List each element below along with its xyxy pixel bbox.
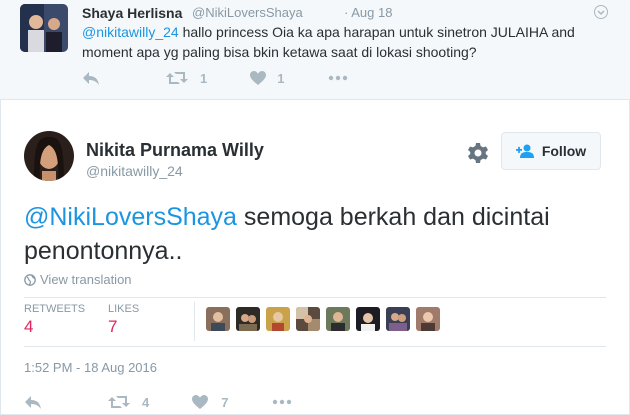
likes-stat[interactable]: LIKES 7 xyxy=(108,303,139,337)
stats-divider-top xyxy=(24,297,606,298)
liker-avatar[interactable] xyxy=(206,307,230,331)
main-like-button[interactable]: 7 xyxy=(191,394,228,410)
stats-separator xyxy=(194,302,195,341)
gear-icon[interactable] xyxy=(467,142,489,164)
liker-avatar[interactable] xyxy=(326,307,350,331)
main-mention-link[interactable]: @NikiLoversShaya xyxy=(24,203,237,231)
likes-label: LIKES xyxy=(108,303,140,315)
reply-author-handle[interactable]: @NikiLoversShaya xyxy=(192,5,303,20)
reply-more-button[interactable] xyxy=(328,75,348,81)
reply-button[interactable] xyxy=(82,70,100,86)
retweets-count: 4 xyxy=(24,317,34,336)
reply-mention-link[interactable]: @nikitawilly_24 xyxy=(82,24,179,40)
liker-avatar[interactable] xyxy=(356,307,380,331)
reply-icon xyxy=(25,396,41,409)
liker-avatar[interactable] xyxy=(266,307,290,331)
reply-retweet-button[interactable]: 1 xyxy=(166,70,207,86)
more-icon xyxy=(329,75,348,81)
heart-icon xyxy=(250,71,267,85)
main-avatar[interactable] xyxy=(24,131,74,181)
likes-count: 7 xyxy=(108,317,118,336)
main-tweet-text: @NikiLoversShaya semoga berkah dan dicin… xyxy=(24,200,584,268)
main-tweet: Nikita Purnama Willy @nikitawilly_24 Fol… xyxy=(0,101,630,415)
reply-like-button[interactable]: 1 xyxy=(249,70,284,86)
reply-like-count: 1 xyxy=(277,70,285,86)
heart-icon xyxy=(192,395,209,409)
reply-avatar[interactable] xyxy=(20,4,68,52)
follow-person-icon xyxy=(515,144,534,158)
globe-icon xyxy=(24,273,36,286)
main-reply-button[interactable] xyxy=(24,394,42,410)
follow-button[interactable]: Follow xyxy=(501,132,601,170)
main-actions: 4 7 xyxy=(24,394,292,410)
retweet-icon xyxy=(108,396,130,408)
more-icon xyxy=(273,399,292,405)
reply-tweet[interactable]: Shaya Herlisna @NikiLoversShaya · Aug 18… xyxy=(0,0,630,100)
main-more-button[interactable] xyxy=(272,399,292,405)
reply-text: @nikitawilly_24 hallo princess Oia ka ap… xyxy=(82,22,602,62)
main-author-name[interactable]: Nikita Purnama Willy xyxy=(86,140,264,161)
retweet-icon xyxy=(166,72,188,84)
reply-author-name[interactable]: Shaya Herlisna xyxy=(82,5,182,21)
main-retweet-button[interactable]: 4 xyxy=(108,394,149,410)
reply-date[interactable]: · Aug 18 xyxy=(344,5,392,20)
liker-avatar[interactable] xyxy=(386,307,410,331)
view-translation-link[interactable]: View translation xyxy=(24,272,132,287)
liker-avatar[interactable] xyxy=(236,307,260,331)
likers-avatar-row xyxy=(206,307,446,331)
retweets-label: RETWEETS xyxy=(24,303,86,315)
tweet-timestamp[interactable]: 1:52 PM - 18 Aug 2016 xyxy=(24,360,157,375)
view-translation-label: View translation xyxy=(40,272,132,287)
stats-divider-bottom xyxy=(24,346,606,347)
main-retweet-count: 4 xyxy=(142,394,150,410)
caret-icon[interactable] xyxy=(594,5,608,19)
follow-button-label: Follow xyxy=(541,143,587,159)
main-author-handle[interactable]: @nikitawilly_24 xyxy=(86,163,183,179)
reply-actions: 1 1 xyxy=(82,70,348,86)
retweets-stat[interactable]: RETWEETS 4 xyxy=(24,303,85,337)
reply-icon xyxy=(83,72,99,85)
liker-avatar[interactable] xyxy=(416,307,440,331)
liker-avatar[interactable] xyxy=(296,307,320,331)
reply-retweet-count: 1 xyxy=(200,70,208,86)
main-like-count: 7 xyxy=(221,394,229,410)
